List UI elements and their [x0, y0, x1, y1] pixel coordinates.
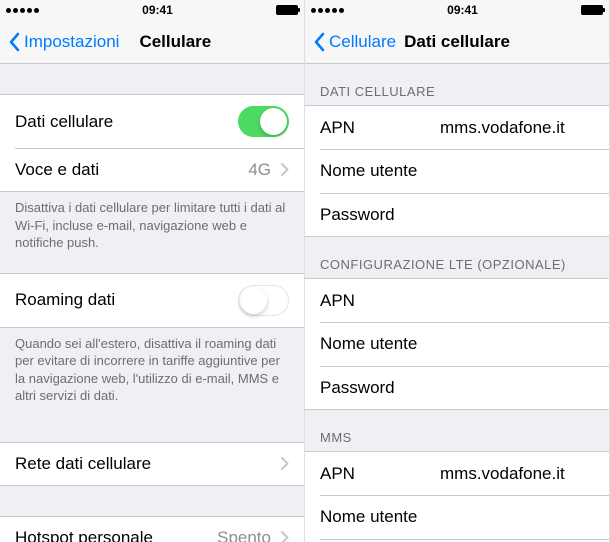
row-pass-1[interactable]: Password [305, 193, 609, 237]
row-pass-2[interactable]: Password [305, 366, 609, 410]
back-button[interactable]: Cellulare [305, 32, 396, 52]
back-label: Cellulare [329, 32, 396, 52]
chevron-left-icon [313, 32, 325, 52]
section-mms: MMS [305, 424, 609, 451]
back-label: Impostazioni [24, 32, 119, 52]
row-user-3[interactable]: Nome utente [305, 495, 609, 539]
status-time: 09:41 [142, 3, 173, 17]
status-bar: 09:41 [305, 0, 609, 20]
row-voce-dati[interactable]: Voce e dati 4G [0, 148, 304, 192]
row-apn-2[interactable]: APN [305, 278, 609, 322]
field-label: Nome utente [320, 507, 420, 527]
row-rete-dati[interactable]: Rete dati cellulare [0, 442, 304, 486]
row-label: Rete dati cellulare [15, 454, 271, 474]
roaming-toggle[interactable] [238, 285, 289, 316]
field-label: Password [320, 378, 420, 398]
dati-footer: Disattiva i dati cellulare per limitare … [0, 192, 304, 259]
section-lte: CONFIGURAZIONE LTE (OPZIONALE) [305, 251, 609, 278]
row-hotspot[interactable]: Hotspot personale Spento [0, 516, 304, 542]
back-button[interactable]: Impostazioni [0, 32, 119, 52]
field-label: APN [320, 464, 420, 484]
row-label: Dati cellulare [15, 112, 238, 132]
chevron-right-icon [281, 457, 289, 470]
apn-input[interactable]: mms.vodafone.it [440, 464, 565, 484]
signal-icon [6, 8, 39, 13]
row-user-2[interactable]: Nome utente [305, 322, 609, 366]
row-apn-3[interactable]: APN mms.vodafone.it [305, 451, 609, 495]
field-label: Nome utente [320, 161, 420, 181]
chevron-right-icon [281, 163, 289, 176]
roaming-footer: Quando sei all'estero, disattiva il roam… [0, 328, 304, 412]
status-bar: 09:41 [0, 0, 304, 20]
row-label: Roaming dati [15, 290, 238, 310]
row-label: Hotspot personale [15, 528, 217, 542]
row-label: Voce e dati [15, 160, 248, 180]
settings-list[interactable]: DATI CELLULARE APN mms.vodafone.it Nome … [305, 64, 609, 542]
row-roaming[interactable]: Roaming dati [0, 273, 304, 328]
page-title: Dati cellulare [404, 32, 510, 52]
field-label: Password [320, 205, 420, 225]
section-dati-cellulare: DATI CELLULARE [305, 78, 609, 105]
row-user-1[interactable]: Nome utente [305, 149, 609, 193]
chevron-right-icon [281, 531, 289, 542]
phone-right: 09:41 Cellulare Dati cellulare DATI CELL… [305, 0, 610, 542]
row-apn-1[interactable]: APN mms.vodafone.it [305, 105, 609, 149]
field-label: Nome utente [320, 334, 420, 354]
row-value: 4G [248, 160, 271, 180]
nav-bar: Impostazioni Cellulare [0, 20, 304, 64]
settings-list[interactable]: Dati cellulare Voce e dati 4G Disattiva … [0, 64, 304, 542]
battery-icon [276, 5, 298, 15]
row-dati-cellulare[interactable]: Dati cellulare [0, 94, 304, 148]
battery-icon [581, 5, 603, 15]
signal-icon [311, 8, 344, 13]
page-title: Cellulare [139, 32, 211, 52]
chevron-left-icon [8, 32, 20, 52]
field-label: APN [320, 291, 420, 311]
dati-toggle[interactable] [238, 106, 289, 137]
status-time: 09:41 [447, 3, 478, 17]
row-value: Spento [217, 528, 271, 542]
apn-input[interactable]: mms.vodafone.it [440, 118, 565, 138]
nav-bar: Cellulare Dati cellulare [305, 20, 609, 64]
phone-left: 09:41 Impostazioni Cellulare Dati cellul… [0, 0, 305, 542]
field-label: APN [320, 118, 420, 138]
